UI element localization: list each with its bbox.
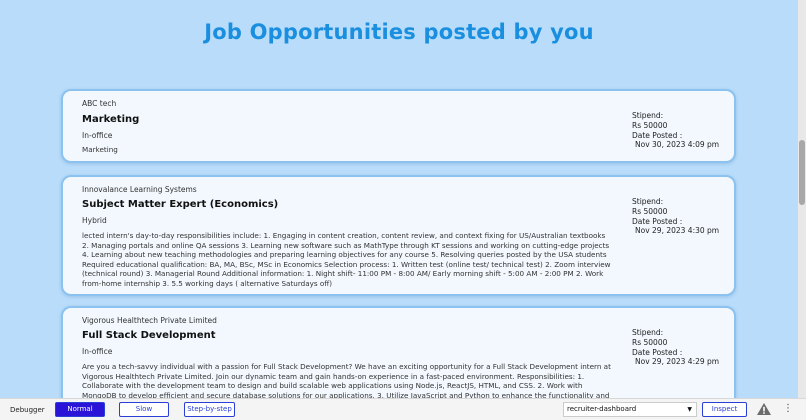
company-name: Vigorous Healthtech Private Limited: [82, 316, 217, 325]
dashboard-select[interactable]: recruiter-dashboard ▼: [563, 402, 697, 417]
dashboard-select-value: recruiter-dashboard: [567, 405, 637, 413]
date-value: Nov 30, 2023 4:09 pm: [635, 140, 720, 150]
slow-speed-button[interactable]: Slow: [119, 402, 169, 417]
warning-icon[interactable]: [756, 402, 772, 416]
date-label: Date Posted :: [632, 347, 683, 357]
scrollbar-thumb[interactable]: [799, 140, 805, 205]
job-description: Marketing: [82, 145, 118, 154]
main-viewport: Job Opportunities posted by you ABC tech…: [0, 0, 798, 398]
stipend-value: Rs 50000: [632, 337, 668, 347]
work-mode: In-office: [82, 131, 113, 140]
stipend-label: Stipend:: [632, 328, 664, 337]
job-title: Full Stack Development: [82, 330, 216, 341]
inspect-button[interactable]: Inspect: [702, 402, 747, 417]
job-meta: Stipend: Rs 50000 Date Posted : Nov 29, …: [632, 328, 719, 367]
work-mode: Hybrid: [82, 216, 107, 225]
normal-speed-button[interactable]: Normal: [55, 402, 105, 417]
job-meta: Stipend: Rs 50000 Date Posted : Nov 29, …: [632, 197, 719, 236]
job-card[interactable]: ABC tech Marketing In-office Marketing S…: [61, 89, 736, 163]
date-value: Nov 29, 2023 4:29 pm: [635, 357, 720, 367]
company-name: ABC tech: [82, 99, 117, 108]
more-options-icon[interactable]: ⋮: [783, 403, 793, 415]
stipend-label: Stipend:: [632, 197, 664, 206]
vertical-scrollbar[interactable]: [798, 0, 806, 398]
stipend-value: Rs 50000: [632, 206, 668, 216]
step-by-step-button[interactable]: Step-by-step: [184, 402, 235, 417]
job-card[interactable]: Innovalance Learning Systems Subject Mat…: [61, 175, 736, 296]
stipend-label: Stipend:: [632, 111, 664, 120]
job-description: Are you a tech-savvy individual with a p…: [82, 362, 611, 398]
work-mode: In-office: [82, 347, 113, 356]
job-card[interactable]: Vigorous Healthtech Private Limited Full…: [61, 306, 736, 398]
stipend-value: Rs 50000: [632, 120, 668, 130]
debugger-label: Debugger: [10, 406, 45, 414]
job-meta: Stipend: Rs 50000 Date Posted : Nov 30, …: [632, 111, 719, 150]
job-description: lected intern's day-to-day responsibilit…: [82, 231, 611, 288]
company-name: Innovalance Learning Systems: [82, 185, 197, 194]
debugger-toolbar: Debugger Normal Slow Step-by-step recrui…: [0, 398, 806, 420]
date-value: Nov 29, 2023 4:30 pm: [635, 226, 720, 236]
job-title: Marketing: [82, 114, 140, 125]
chevron-down-icon: ▼: [687, 406, 692, 413]
date-label: Date Posted :: [632, 130, 683, 140]
page-title: Job Opportunities posted by you: [204, 20, 594, 44]
date-label: Date Posted :: [632, 216, 683, 226]
job-title: Subject Matter Expert (Economics): [82, 199, 279, 210]
